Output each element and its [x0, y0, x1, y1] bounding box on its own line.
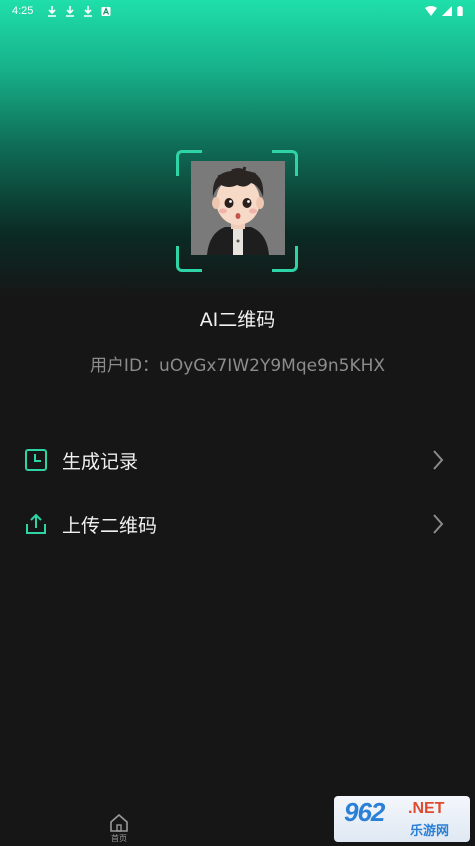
watermark-logo: 962 .NET 乐游网 — [334, 796, 470, 842]
watermark-domain: .NET — [408, 800, 445, 817]
home-icon — [110, 814, 128, 832]
user-id: 用户ID：uOyGx7IW2Y9Mqe9n5KHX — [89, 356, 386, 376]
menu-item-label: 生成记录 — [62, 450, 139, 473]
wifi-icon — [425, 6, 437, 16]
chevron-right-icon — [433, 514, 444, 534]
menu-item-history[interactable]: 生成记录 — [0, 428, 475, 492]
menu-item-upload-qr[interactable]: 上传二维码 — [0, 492, 475, 556]
upload-icon — [26, 513, 46, 534]
battery-icon — [457, 6, 463, 16]
status-time: 4:25 — [12, 5, 34, 17]
download-icon — [48, 5, 57, 17]
system-icons — [425, 6, 463, 16]
download-icon — [66, 5, 75, 17]
nav-home[interactable]: 首页 — [104, 814, 134, 844]
watermark-number: 962 — [344, 797, 385, 827]
notification-icons — [47, 5, 111, 17]
a-icon — [101, 6, 111, 16]
menu-item-label: 上传二维码 — [62, 514, 158, 537]
signal-icon — [442, 6, 452, 16]
avatar[interactable] — [191, 161, 285, 255]
status-bar: 4:25 — [0, 0, 475, 22]
menu-list: 生成记录 上传二维码 — [0, 428, 475, 556]
app-name: AI二维码 — [199, 309, 276, 331]
download-icon — [84, 5, 93, 17]
clock-icon — [25, 449, 47, 471]
avatar-frame — [176, 150, 298, 272]
watermark-site-name: 乐游网 — [410, 824, 450, 839]
cartoon-boy-avatar — [191, 161, 285, 255]
chevron-right-icon — [433, 450, 444, 470]
nav-home-label: 首页 — [111, 834, 127, 843]
